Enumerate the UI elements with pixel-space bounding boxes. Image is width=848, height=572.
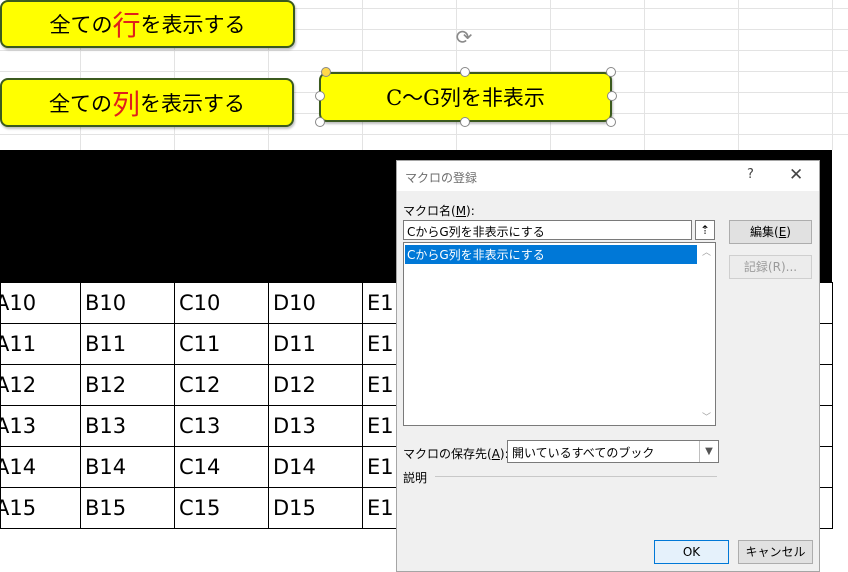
scroll-up-icon[interactable]: ︿ [698, 245, 715, 258]
access-key: A [491, 447, 500, 461]
cell[interactable]: A12 [0, 364, 81, 406]
list-item[interactable]: CからG列を非表示にする [405, 245, 697, 264]
hide-columns-c-g-button[interactable]: C～G列を非表示 [319, 72, 612, 122]
label-text: マクロの保存先( [403, 447, 492, 461]
help-button[interactable]: ? [747, 167, 754, 182]
select-value: 開いているすべてのブック [512, 446, 655, 460]
cell[interactable]: A14 [0, 446, 81, 488]
description-divider [435, 476, 717, 477]
resize-handle[interactable] [606, 117, 616, 127]
store-location-label: マクロの保存先(A): [403, 445, 509, 462]
cell[interactable]: D11 [268, 323, 363, 365]
button-text-post: を表示する [140, 13, 246, 37]
cell[interactable]: D12 [268, 364, 363, 406]
resize-handle[interactable] [460, 117, 470, 127]
resize-handle[interactable] [321, 67, 331, 77]
cell[interactable]: C13 [174, 405, 269, 447]
cell[interactable]: C14 [174, 446, 269, 488]
button-text-pre: 全ての [49, 13, 113, 37]
cell[interactable]: A15 [0, 487, 81, 529]
show-all-rows-button[interactable]: 全ての行を表示する [0, 0, 295, 48]
access-key: M [455, 204, 467, 218]
chevron-down-icon[interactable]: ▼ [699, 441, 718, 462]
macro-name-input[interactable]: CからG列を非表示にする [403, 220, 692, 240]
label-text: 編集( [750, 225, 779, 239]
cell[interactable]: B15 [80, 487, 175, 529]
label-text: ) [786, 225, 791, 239]
resize-handle[interactable] [606, 67, 616, 77]
rotate-handle-icon[interactable]: ⟳ [453, 26, 475, 48]
macro-name-label: マクロ名(M): [403, 202, 475, 219]
cell[interactable]: C15 [174, 487, 269, 529]
collapse-dialog-icon[interactable]: ⇡ [695, 220, 715, 240]
cell[interactable]: B13 [80, 405, 175, 447]
label-text: ): [466, 204, 475, 218]
assign-macro-dialog: マクロの登録 ? ✕ マクロ名(M): CからG列を非表示にする ⇡ CからG列… [396, 160, 820, 572]
close-icon[interactable]: ✕ [789, 165, 803, 185]
scroll-down-icon[interactable]: ﹀ [698, 410, 715, 423]
button-text-post: を表示する [140, 91, 245, 116]
cell[interactable]: C12 [174, 364, 269, 406]
cell[interactable]: D10 [268, 282, 363, 324]
macro-list[interactable]: CからG列を非表示にする ︿ ﹀ [403, 242, 716, 426]
cell[interactable]: B10 [80, 282, 175, 324]
show-all-columns-button[interactable]: 全ての列を表示する [0, 78, 294, 127]
cell[interactable]: D15 [268, 487, 363, 529]
button-text-accent: 行 [112, 9, 141, 42]
cell[interactable]: D13 [268, 405, 363, 447]
cell[interactable]: B11 [80, 323, 175, 365]
ok-button[interactable]: OK [654, 540, 729, 564]
label-text: マクロ名( [403, 204, 456, 218]
record-button[interactable]: 記録(R)... [729, 255, 812, 279]
button-text-pre: 全ての [48, 91, 112, 116]
cell[interactable]: C10 [174, 282, 269, 324]
cell[interactable]: C11 [174, 323, 269, 365]
dialog-title: マクロの登録 [405, 171, 478, 185]
list-scrollbar[interactable]: ︿ ﹀ [698, 243, 715, 425]
button-label: C～G列を非表示 [386, 86, 545, 110]
description-label: 説明 [403, 471, 428, 485]
cell[interactable]: A10 [0, 282, 81, 324]
resize-handle[interactable] [460, 67, 470, 77]
cancel-button[interactable]: キャンセル [738, 540, 813, 564]
cell[interactable]: B12 [80, 364, 175, 406]
cell[interactable]: B14 [80, 446, 175, 488]
resize-handle[interactable] [607, 91, 617, 101]
cell[interactable]: A13 [0, 405, 81, 447]
resize-handle[interactable] [315, 117, 325, 127]
edit-button[interactable]: 編集(E) [729, 220, 812, 244]
cell[interactable]: A11 [0, 323, 81, 365]
store-location-select[interactable]: 開いているすべてのブック ▼ [507, 440, 719, 463]
cell[interactable]: D14 [268, 446, 363, 488]
button-text-accent: 列 [111, 87, 140, 121]
resize-handle[interactable] [315, 91, 325, 101]
